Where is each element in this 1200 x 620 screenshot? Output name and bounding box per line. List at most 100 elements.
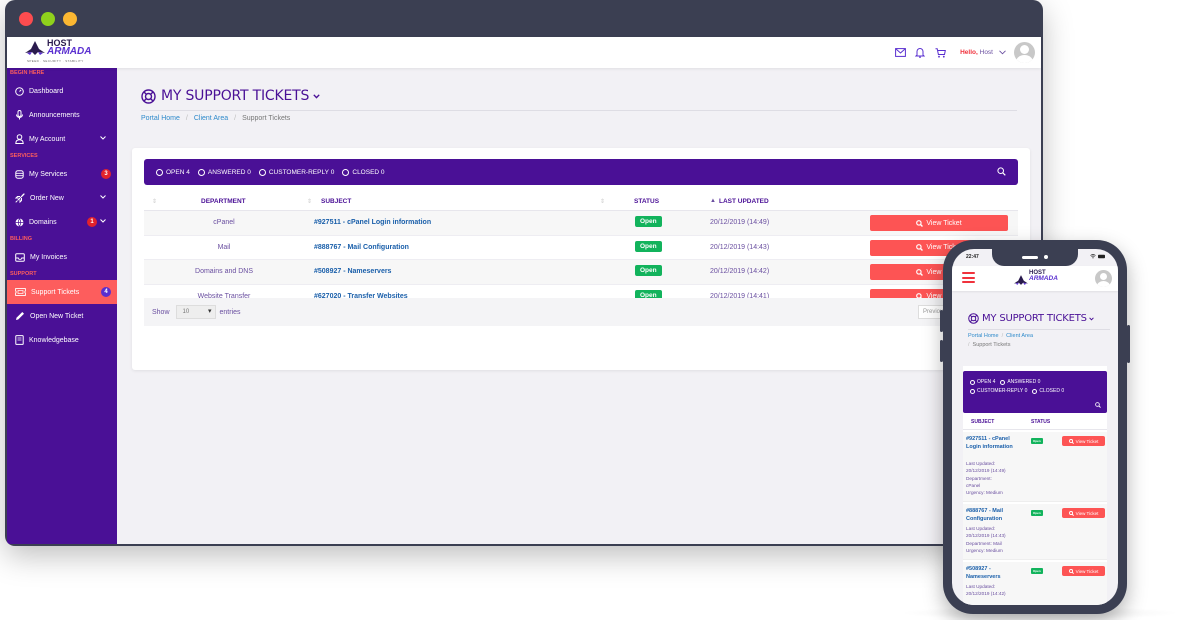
ticket-subject-link[interactable]: #927511 - cPanel Login information (314, 219, 431, 226)
logo-text-armada: ARMADA (47, 46, 92, 57)
column-header-status[interactable]: STATUS (634, 198, 659, 205)
sidebar-item-domains[interactable]: Domains 1 (7, 210, 117, 234)
bell-icon[interactable] (910, 43, 930, 63)
sidebar-item-my-invoices[interactable]: My Invoices (7, 245, 117, 269)
meta-line: Last Updated: (966, 526, 996, 531)
search-icon (1068, 438, 1074, 444)
mobile-page-title[interactable]: MY SUPPORT TICKETS (968, 313, 1097, 324)
filter-count: 0 (1061, 388, 1065, 394)
sort-icon[interactable]: ⇕ (307, 198, 312, 205)
entries-per-page-select[interactable]: 10 (175, 305, 216, 319)
chevron-down-icon[interactable] (999, 50, 1006, 55)
sort-icon[interactable]: ⇕ (152, 198, 157, 205)
breadcrumb-portal-home[interactable]: Portal Home (968, 333, 999, 339)
sidebar-item-announcements[interactable]: Announcements (7, 103, 117, 127)
chevron-down-icon[interactable] (1089, 316, 1094, 321)
volume-down-button (940, 340, 943, 362)
sidebar-item-open-new-ticket[interactable]: Open New Ticket (7, 304, 117, 328)
tickets-card: OPEN 4 ANSWERED 0 CUSTOMER-REPLY 0 CLOSE… (132, 148, 1030, 370)
ticket-subject-link[interactable]: #888767 - Mail Configuration (966, 508, 1018, 523)
filter-label: CUSTOMER-REPLY (268, 168, 329, 176)
mobile-ticket-row[interactable]: #888767 - Mail Configuration Last Update… (963, 504, 1107, 560)
filter-answered[interactable]: ANSWERED 0 (1000, 379, 1040, 385)
breadcrumb-portal-home[interactable]: Portal Home (141, 115, 180, 122)
chevron-down-icon[interactable] (313, 93, 320, 99)
power-button (1127, 325, 1130, 363)
domains-count-badge: 1 (87, 217, 97, 227)
sort-asc-icon[interactable]: ▲ (710, 198, 716, 204)
sidebar-item-order-new[interactable]: Order New (7, 186, 117, 210)
sidebar-item-label: My Invoices (30, 253, 67, 261)
minimize-window-button[interactable] (41, 12, 55, 26)
table-row[interactable]: Mail #888767 - Mail Configuration Open 2… (144, 236, 1018, 260)
search-icon (916, 268, 924, 276)
ticket-subject-link[interactable]: #508927 - Nameservers (966, 566, 1018, 581)
logo-tagline: SPEED · SECURITY · STABILITY (27, 59, 84, 63)
table-header: ⇕ DEPARTMENT ⇕ SUBJECT ⇕ STATUS ▲ LAST U… (144, 193, 1018, 211)
breadcrumb-current: Support Tickets (242, 115, 291, 122)
column-header-subject[interactable]: SUBJECT (321, 198, 351, 205)
client-area-app: HOST ARMADA SPEED · SECURITY · STABILITY… (7, 37, 1041, 544)
filter-closed[interactable]: CLOSED 0 (1032, 388, 1064, 394)
filter-open[interactable]: OPEN 4 (970, 379, 995, 385)
search-icon[interactable] (997, 167, 1006, 176)
ticket-subject-link[interactable]: #508927 - Nameservers (314, 268, 391, 275)
globe-icon (15, 217, 24, 227)
sidebar-item-dashboard[interactable]: Dashboard (7, 79, 117, 103)
brand-logo[interactable]: HOST ARMADA (1014, 270, 1058, 289)
hamburger-menu-icon[interactable] (962, 272, 975, 283)
ticket-last-updated: 20/12/2019 (14:49) (710, 219, 770, 226)
sidebar-item-label: Open New Ticket (30, 312, 84, 320)
ticket-subject-link[interactable]: #927511 - cPanel Login information (966, 436, 1018, 451)
close-window-button[interactable] (19, 12, 33, 26)
breadcrumb-client-area[interactable]: Client Area (194, 115, 228, 122)
sidebar-item-my-services[interactable]: My Services 3 (7, 162, 117, 186)
mobile-screen: 22:47 HOST ARMADA MY SUPPORT TICKETS Por… (952, 249, 1118, 605)
server-icon (15, 169, 24, 179)
sidebar-item-knowledgebase[interactable]: Knowledgebase (7, 328, 117, 352)
view-ticket-button[interactable]: View Ticket (1062, 436, 1105, 446)
user-avatar[interactable] (1014, 42, 1035, 63)
status-badge: Open (1031, 438, 1043, 444)
view-ticket-button[interactable]: View Ticket (1062, 566, 1105, 576)
user-avatar[interactable] (1095, 270, 1112, 287)
maximize-window-button[interactable] (63, 12, 77, 26)
envelope-icon[interactable] (890, 43, 910, 63)
breadcrumb-client-area[interactable]: Client Area (1006, 333, 1033, 339)
breadcrumb-separator: / (185, 115, 188, 122)
search-icon (916, 244, 924, 251)
ticket-last-updated: 20/12/2019 (14:43) (710, 243, 770, 251)
table-row[interactable]: Domains and DNS #508927 - Nameservers Op… (144, 260, 1018, 285)
column-header-subject[interactable]: SUBJECT (971, 419, 994, 425)
view-ticket-button[interactable]: View Ticket (870, 215, 1008, 231)
sidebar-item-my-account[interactable]: My Account (7, 127, 117, 151)
filter-closed[interactable]: CLOSED 0 (342, 168, 385, 176)
column-header-last-updated[interactable]: LAST UPDATED (719, 198, 769, 205)
sidebar-item-label: Dashboard (29, 87, 64, 95)
meta-line: 20/12/2019 (14:43) (966, 533, 1006, 539)
phone-notch (992, 249, 1078, 266)
mobile-status-filter-bar: OPEN 4 ANSWERED 0 CUSTOMER-REPLY 0 CLOSE… (963, 371, 1107, 413)
page-title[interactable]: MY SUPPORT TICKETS (141, 88, 325, 104)
filter-answered[interactable]: ANSWERED 0 (197, 168, 251, 176)
main-content: MY SUPPORT TICKETS Portal Home / Client … (117, 68, 1041, 544)
meta-line: Last Updated: (966, 461, 996, 466)
filter-customer-reply[interactable]: CUSTOMER-REPLY 0 (970, 388, 1027, 394)
brand-logo[interactable]: HOST ARMADA SPEED · SECURITY · STABILITY (25, 39, 95, 65)
user-greeting[interactable]: Hello, Host (960, 49, 993, 56)
search-icon[interactable] (1095, 402, 1101, 408)
mobile-ticket-row[interactable]: #927511 - cPanel Login information Last … (963, 432, 1107, 502)
column-header-status[interactable]: STATUS (1031, 419, 1050, 425)
sort-icon[interactable]: ⇕ (600, 198, 605, 205)
column-header-department[interactable]: DEPARTMENT (201, 198, 246, 205)
sidebar-item-label: Order New (30, 194, 64, 202)
ticket-subject-link[interactable]: #888767 - Mail Configuration (314, 244, 409, 251)
sidebar-item-support-tickets[interactable]: Support Tickets 4 (7, 280, 117, 304)
cart-icon[interactable] (930, 43, 950, 63)
view-ticket-button[interactable]: View Ticket (1062, 508, 1105, 518)
filter-open[interactable]: OPEN 4 (156, 168, 190, 176)
filter-label: OPEN (166, 168, 185, 176)
filter-customer-reply[interactable]: CUSTOMER-REPLY 0 (258, 168, 334, 176)
table-row[interactable]: cPanel #927511 - cPanel Login informatio… (144, 211, 1018, 236)
mobile-ticket-row[interactable]: #508927 - Nameservers Last Updated: 20/1… (963, 562, 1107, 605)
